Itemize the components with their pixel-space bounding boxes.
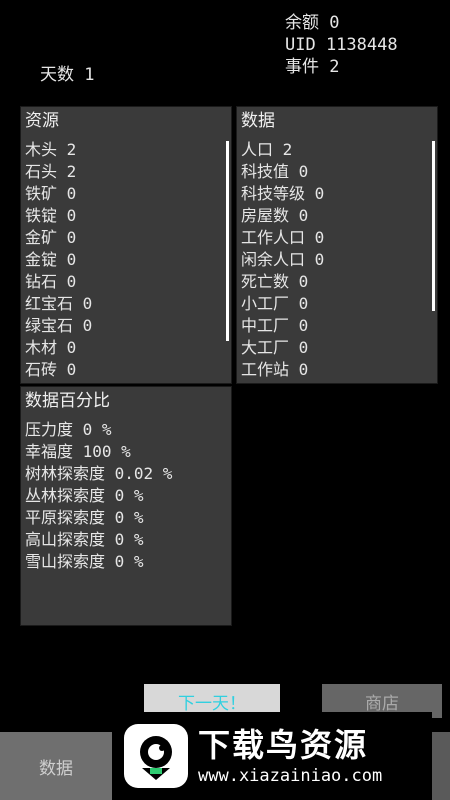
data-row: 中工厂 0 [241,316,309,335]
data-row: 房屋数 0 [241,206,309,225]
percent-panel: 数据百分比 压力度 0 % 幸福度 100 % 树林探索度 0.02 % 丛林探… [20,386,232,626]
resource-row: 绿宝石 0 [25,316,93,335]
account-info: 余额 0 UID 1138448 事件 2 [285,12,398,78]
data-row: 小工厂 0 [241,294,309,313]
resources-panel[interactable]: 资源 木头 2 石头 2 铁矿 0 铁锭 0 金矿 0 金锭 0 钻石 0 红宝… [20,106,232,384]
resource-row: 木材 0 [25,338,77,357]
watermark-url: www.xiazainiao.com [198,766,383,786]
resource-row: 钻石 0 [25,272,77,291]
data-row: 科技值 0 [241,162,309,181]
percent-row: 雪山探索度 0 % [25,552,144,571]
percent-row: 丛林探索度 0 % [25,486,144,505]
resource-row: 铁矿 0 [25,184,77,203]
watermark-title: 下载鸟资源 [198,726,369,764]
data-row: 科技等级 0 [241,184,325,203]
resources-title: 资源 [25,111,59,131]
watermark: 下载鸟资源 www.xiazainiao.com [116,712,432,800]
percent-row: 幸福度 100 % [25,442,131,461]
data-row: 工作站 0 [241,360,309,379]
data-panel[interactable]: 数据 人口 2 科技值 0 科技等级 0 房屋数 0 工作人口 0 闲余人口 0… [236,106,438,384]
percent-row: 平原探索度 0 % [25,508,144,527]
resource-row: 石砖 0 [25,360,77,379]
percent-row: 高山探索度 0 % [25,530,144,549]
resource-row: 石头 2 [25,162,77,181]
data-scrollbar[interactable] [432,141,435,311]
tab-data[interactable]: 数据 [0,732,112,800]
percent-row: 压力度 0 % [25,420,112,439]
balance-label: 余额 0 [285,13,340,33]
data-row: 人口 2 [241,140,293,159]
data-row: 大工厂 0 [241,338,309,357]
resources-scrollbar[interactable] [226,141,229,341]
resource-row: 木头 2 [25,140,77,159]
resource-row: 金锭 0 [25,250,77,269]
percent-row: 树林探索度 0.02 % [25,464,173,483]
resource-row: 铁锭 0 [25,206,77,225]
resource-row: 红宝石 0 [25,294,93,313]
data-title: 数据 [241,111,275,131]
events-label[interactable]: 事件 2 [285,56,398,78]
uid-label: UID 1138448 [285,35,398,55]
resource-row: 金矿 0 [25,228,77,247]
bird-logo-icon [124,724,188,788]
data-row: 死亡数 0 [241,272,309,291]
data-row: 闲余人口 0 [241,250,325,269]
data-row: 工作人口 0 [241,228,325,247]
day-counter: 天数 1 [40,65,95,85]
percent-title: 数据百分比 [25,391,110,411]
